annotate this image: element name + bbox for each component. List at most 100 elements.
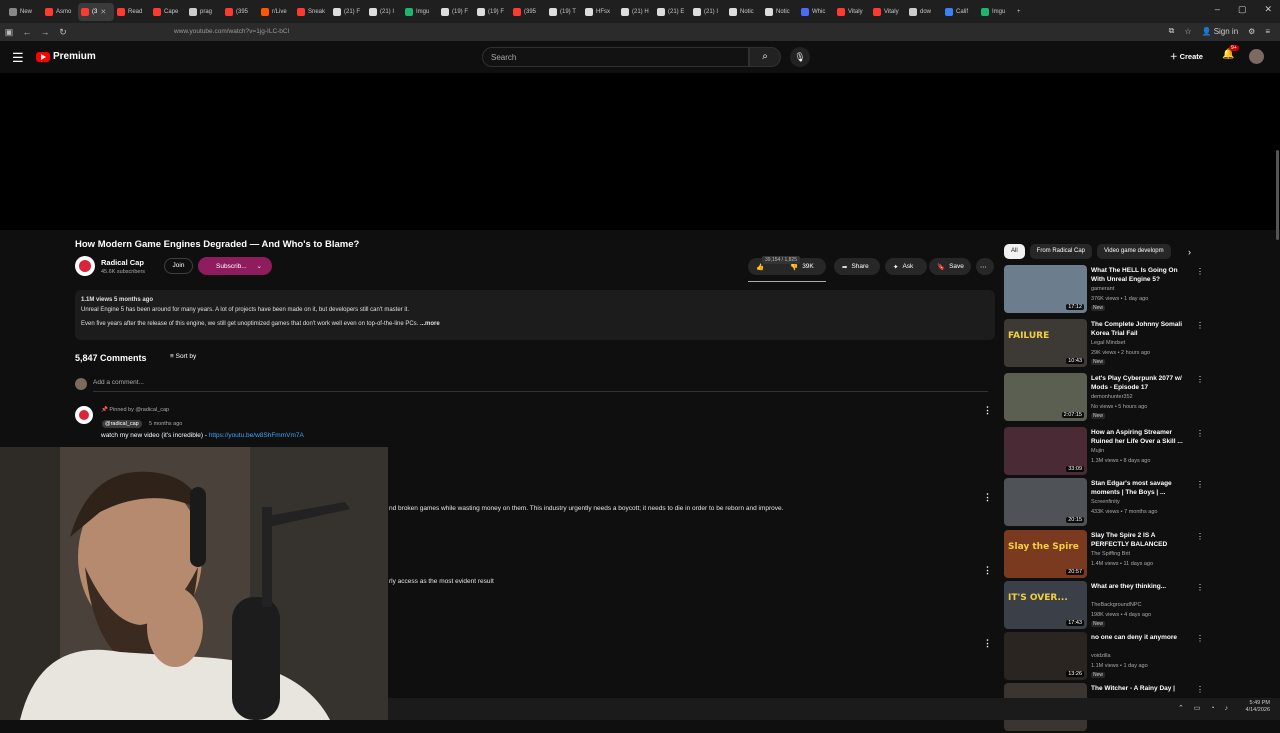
browser-tab[interactable]: Calif <box>942 3 978 21</box>
search-input[interactable]: Search <box>482 47 749 67</box>
commenter-avatar[interactable] <box>75 406 93 424</box>
close-tab-icon[interactable]: ✕ <box>100 8 106 16</box>
browser-tab[interactable]: Read <box>114 3 150 21</box>
video-thumbnail[interactable]: 17:12 <box>1004 265 1087 313</box>
comment-menu-icon[interactable]: ⋮ <box>983 638 992 649</box>
filter-chip[interactable]: Video game developm <box>1097 244 1171 259</box>
browser-tab[interactable]: Imgu <box>978 3 1014 21</box>
video-thumbnail[interactable]: Slay the Spire 20:57 <box>1004 530 1087 578</box>
browser-menu-icon[interactable]: ≡ <box>1265 27 1270 36</box>
browser-tab[interactable]: r/Live <box>258 3 294 21</box>
youtube-logo[interactable]: Premium <box>36 51 96 62</box>
comment-author-handle[interactable]: @radical_cap <box>102 420 142 428</box>
description-box[interactable]: 1.1M views 5 months ago Unreal Engine 5 … <box>75 290 995 340</box>
browser-tab[interactable]: (19) F <box>474 3 510 21</box>
new-tab-icon[interactable]: + <box>1014 3 1028 21</box>
video-menu-icon[interactable]: ⋮ <box>1196 429 1204 438</box>
video-menu-icon[interactable]: ⋮ <box>1196 375 1204 384</box>
video-title[interactable]: Let's Play Cyberpunk 2077 w/ Mods - Epis… <box>1091 374 1191 392</box>
create-button[interactable]: ＋ Create <box>1170 51 1203 62</box>
browser-tab[interactable]: Notic <box>762 3 798 21</box>
video-menu-icon[interactable]: ⋮ <box>1196 532 1204 541</box>
filter-chip[interactable]: From Radical Cap <box>1029 244 1093 259</box>
sidebar-toggle-icon[interactable]: ▣ <box>0 27 18 38</box>
account-avatar[interactable] <box>1249 49 1264 64</box>
recommended-video[interactable]: 33:09 How an Aspiring Streamer Ruined her… <box>1004 427 1204 477</box>
video-title[interactable]: What are they thinking... <box>1091 582 1191 591</box>
recommended-video[interactable]: IT'S OVER... 17:43 What are they thinking.… <box>1004 581 1204 631</box>
video-menu-icon[interactable]: ⋮ <box>1196 267 1204 276</box>
browser-tab[interactable]: (395 <box>222 3 258 21</box>
join-button[interactable]: Join <box>164 258 193 274</box>
ask-button[interactable]: ✦ Ask <box>885 258 927 275</box>
browser-tab[interactable]: (395 <box>510 3 546 21</box>
browser-tab[interactable]: Asmo <box>42 3 78 21</box>
comment-link[interactable]: https://youtu.be/w8ShFmmVm7A <box>209 432 304 439</box>
recommended-video[interactable]: 2:07:15 Let's Play Cyberpunk 2077 w/ Mods… <box>1004 373 1204 423</box>
video-menu-icon[interactable]: ⋮ <box>1196 685 1204 694</box>
page-scrollbar[interactable] <box>1276 150 1279 240</box>
channel-name[interactable]: Radical Cap <box>101 258 144 267</box>
channel-name[interactable]: Screenfinity <box>1091 499 1120 505</box>
browser-tab[interactable]: Vitaly <box>870 3 906 21</box>
voice-search-button[interactable]: 🎙 <box>790 47 810 67</box>
url-field[interactable]: www.youtube.com/watch?v=1jg-ILC-bCI <box>174 28 289 35</box>
clock[interactable]: 5:49 PM 4/14/2026 <box>1246 700 1270 714</box>
browser-tab[interactable]: prag <box>186 3 222 21</box>
video-thumbnail[interactable]: 13:26 <box>1004 632 1087 680</box>
recommended-video[interactable]: Slay the Spire 20:57 Slay The Spire 2 IS A… <box>1004 530 1204 580</box>
browser-tab[interactable]: (21) E <box>654 3 690 21</box>
more-actions-button[interactable]: ⋯ <box>976 258 994 275</box>
browser-tab[interactable]: Sneak <box>294 3 330 21</box>
description-more-link[interactable]: ...more <box>420 321 440 327</box>
minimize-icon[interactable]: – <box>1215 4 1220 15</box>
browser-tab[interactable]: Whic <box>798 3 834 21</box>
recommended-video[interactable]: 13:26 no one can deny it anymore voidzilla… <box>1004 632 1204 682</box>
comment-timestamp[interactable]: 5 months ago <box>149 421 182 427</box>
back-icon[interactable]: ← <box>18 27 36 37</box>
video-menu-icon[interactable]: ⋮ <box>1196 583 1204 592</box>
browser-tab[interactable]: Cape <box>150 3 186 21</box>
sort-by-button[interactable]: ≡ Sort by <box>170 353 196 360</box>
comment-menu-icon[interactable]: ⋮ <box>983 492 992 503</box>
sign-in-label[interactable]: Sign in <box>1214 27 1238 36</box>
recommended-video[interactable]: FAILURE 10:43 The Complete Johnny Somali K… <box>1004 319 1204 369</box>
browser-tab[interactable]: (21) I <box>366 3 402 21</box>
video-title[interactable]: Slay The Spire 2 IS A PERFECTLY BALANCED… <box>1091 531 1191 549</box>
video-title[interactable]: How an Aspiring Streamer Ruined her Life… <box>1091 428 1191 446</box>
channel-name[interactable]: voidzilla <box>1091 653 1111 659</box>
comment-menu-icon[interactable]: ⋮ <box>983 565 992 576</box>
browser-tab[interactable]: (19) F <box>438 3 474 21</box>
system-tray-icons[interactable]: ⌃ ▭ ◔ ♪ <box>1178 704 1232 712</box>
channel-name[interactable]: The Spiffing Brit <box>1091 551 1130 557</box>
browser-tab[interactable]: (21) F <box>330 3 366 21</box>
video-thumbnail[interactable]: 33:09 <box>1004 427 1087 475</box>
browser-tab[interactable]: (21) H <box>618 3 654 21</box>
comment-menu-icon[interactable]: ⋮ <box>983 405 992 416</box>
browser-tab[interactable]: New <box>6 3 42 21</box>
menu-hamburger-icon[interactable]: ☰ <box>12 50 24 66</box>
share-button[interactable]: ➦ Share <box>834 258 880 275</box>
browser-tab[interactable]: Notic <box>726 3 762 21</box>
profile-icon[interactable]: 👤 Sign in <box>1202 27 1239 36</box>
browser-tab[interactable]: (19) T <box>546 3 582 21</box>
add-comment-input[interactable]: Add a comment... <box>93 379 144 386</box>
video-title[interactable]: What The HELL Is Going On With Unreal En… <box>1091 266 1191 284</box>
video-title[interactable]: no one can deny it anymore <box>1091 633 1191 642</box>
video-menu-icon[interactable]: ⋮ <box>1196 634 1204 643</box>
bookmark-star-icon[interactable]: ☆ <box>1184 27 1191 36</box>
browser-tab[interactable]: dow <box>906 3 942 21</box>
search-button[interactable]: ⌕ <box>749 47 781 67</box>
browser-tab[interactable]: Vitaly <box>834 3 870 21</box>
maximize-icon[interactable]: ▢ <box>1238 4 1247 15</box>
video-thumbnail[interactable]: IT'S OVER... 17:43 <box>1004 581 1087 629</box>
video-player[interactable] <box>0 73 1280 230</box>
channel-name[interactable]: Mujin <box>1091 448 1104 454</box>
reload-icon[interactable]: ↻ <box>54 27 72 38</box>
video-title[interactable]: The Complete Johnny Somali Korea Trial F… <box>1091 320 1191 338</box>
video-menu-icon[interactable]: ⋮ <box>1196 480 1204 489</box>
subscribe-button[interactable]: Subscrib... ⌄ <box>198 257 272 275</box>
video-thumbnail[interactable]: FAILURE 10:43 <box>1004 319 1087 367</box>
video-menu-icon[interactable]: ⋮ <box>1196 321 1204 330</box>
recommended-video[interactable]: 20:15 Stan Edgar's most savage moments | … <box>1004 478 1204 528</box>
